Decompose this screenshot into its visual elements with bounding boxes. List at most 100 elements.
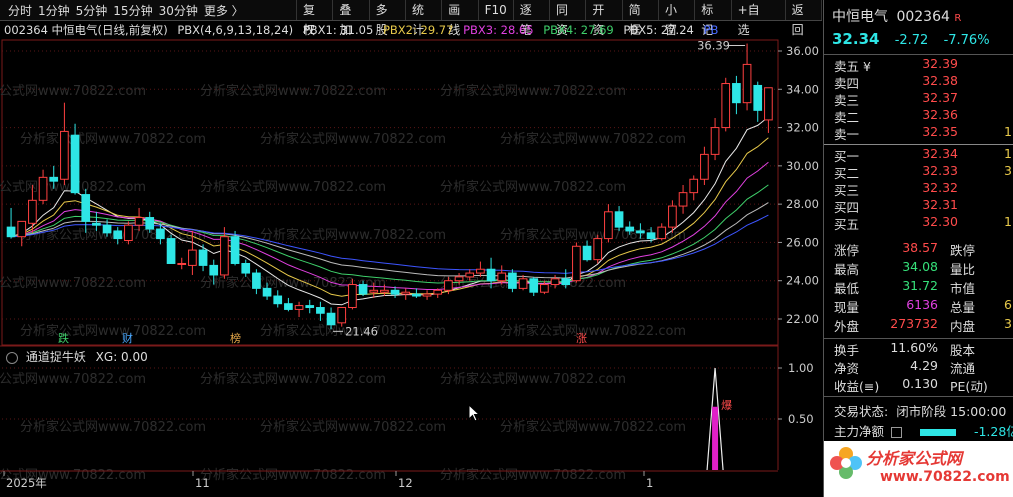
candle-body (134, 217, 144, 226)
candle-body (273, 295, 283, 305)
tool-button[interactable]: 简框 (621, 0, 658, 37)
ask-row[interactable]: 卖二 32.36 (824, 107, 1013, 125)
tool-button[interactable]: F10 (477, 0, 513, 20)
period-tab[interactable]: 5分钟 (76, 2, 108, 19)
watermark-text: 分析家公式网www.70822.com (440, 371, 626, 387)
ask-row[interactable]: 卖四 32.38 (824, 73, 1013, 91)
stat-label-2: PE(动) (950, 379, 988, 394)
quote-stats: 涨停 38.57 跌停 最高 34.08 量比 最低 31.72 市值 现量 6136 总量 6 外盘 27… (824, 240, 1013, 340)
period-tabs: 分时 1分钟 5分钟 15分钟 30分钟 更多 〉 (0, 2, 244, 19)
candle-body (764, 87, 773, 121)
bid-row[interactable]: 买三 32.32 (824, 180, 1013, 198)
price-change-pct: -7.76% (943, 33, 990, 48)
candle-body (636, 230, 645, 234)
candle-body (220, 236, 229, 276)
candle-body (60, 130, 69, 180)
period-tab[interactable]: 更多 〉 (204, 2, 244, 19)
period-tab[interactable]: 30分钟 (159, 2, 198, 19)
pbx-line (11, 214, 769, 274)
pbx4-value: PBX4: 27.69 (543, 23, 614, 37)
indicator-name[interactable]: PBX(4,6,9,13,18,24) (177, 23, 293, 37)
watermark-text: 分析家公式网www.70822.com (500, 323, 686, 339)
sub-indicator-name[interactable]: 通道捉牛妖 (26, 350, 86, 364)
bid-row[interactable]: 买二 32.33 3 (824, 163, 1013, 181)
row-price: 32.37 (922, 90, 958, 105)
stock-title[interactable]: 002364 中恒电气(日线,前复权) (4, 23, 168, 37)
logo-text: 分析家公式网 (866, 449, 963, 468)
row-label: 卖一 (834, 127, 860, 142)
stat-label: 涨停 (834, 243, 860, 258)
tool-button[interactable]: 返回 (784, 0, 822, 37)
stat-value: 273732 (890, 316, 938, 331)
candle-body (753, 84, 763, 111)
row-volume: 1 (1004, 146, 1012, 161)
tool-button[interactable]: 统计 (404, 0, 441, 37)
stat-label: 最低 (834, 281, 860, 296)
stat-label-2: 股本 (950, 343, 976, 358)
period-tab[interactable]: 分时 (8, 2, 32, 19)
candle-body (668, 205, 677, 228)
event-label[interactable]: 榜 (230, 331, 241, 345)
bid-row[interactable]: 买四 32.31 (824, 197, 1013, 215)
row-volume: 1 (1004, 124, 1012, 139)
bid-row[interactable]: 买一 32.34 1 (824, 146, 1013, 164)
stat-value: 38.57 (902, 240, 938, 255)
kline-chart[interactable]: 分析家公式网www.70822.com 分析家公式网www.70822.com 分析… (0, 20, 822, 497)
watermark-text: 分析家公式网www.70822.com (200, 467, 386, 483)
tool-button[interactable]: 开资 (585, 0, 621, 37)
row-price: 32.38 (922, 73, 958, 88)
pbx2-value: PBX2: 29.77 (382, 23, 454, 37)
pbx-line (10, 137, 769, 297)
y-tick-label: 34.00 (786, 82, 819, 96)
x-tick-label: 1 (646, 476, 653, 490)
candle-body (412, 293, 421, 297)
candle-body (614, 211, 624, 228)
candle-body (92, 222, 101, 226)
tool-button[interactable]: 多股 (368, 0, 405, 37)
period-tab[interactable]: 15分钟 (113, 2, 152, 19)
indicator-info-line: 002364 中恒电气(日线,前复权) PBX(4,6,9,13,18,24) … (4, 22, 724, 38)
stat-row: 现量 6136 总量 6 (824, 297, 1013, 315)
candle-body (17, 220, 27, 238)
candle-body (28, 199, 37, 224)
stat-label-2: 量比 (950, 262, 976, 277)
stat-value: 31.72 (902, 278, 938, 293)
book-divider (824, 144, 1013, 145)
row-price: 32.30 (922, 214, 958, 229)
tool-button[interactable]: 画线 (441, 0, 477, 37)
y-tick-label: 32.00 (786, 121, 819, 135)
list-icon[interactable] (891, 427, 902, 438)
stat-row: 换手 11.60% 股本 (824, 340, 1013, 358)
candle-body (465, 272, 475, 278)
tool-button[interactable]: 标记 (694, 0, 730, 37)
stat-row: 最高 34.08 量比 (824, 259, 1013, 277)
tool-button[interactable]: 叠加 (332, 0, 368, 37)
candle-body (486, 268, 496, 282)
candle-body (326, 312, 336, 326)
tool-button[interactable]: 逐笔 (512, 0, 549, 37)
candle-body (241, 262, 251, 274)
settings-icon[interactable] (6, 351, 18, 364)
sub-indicator-xg: XG: 0.00 (95, 350, 148, 364)
candle-body (262, 287, 272, 297)
event-label[interactable]: 涨 (576, 332, 587, 345)
pbx1-value: PBX1: 31.05 (302, 23, 374, 37)
candle-body (49, 176, 59, 182)
watermark-text: 分析家公式网www.70822.com (0, 371, 146, 387)
ask-row[interactable]: 卖三 32.37 (824, 90, 1013, 108)
tool-button[interactable]: +自选 (730, 0, 777, 37)
event-label[interactable]: 跌 (58, 331, 69, 345)
stat-value-2: 6 (1004, 297, 1012, 312)
tool-button[interactable]: 复权 (296, 0, 332, 37)
bid-row[interactable]: 买五 32.30 1 (824, 214, 1013, 232)
stat-value: 6136 (906, 297, 938, 312)
ask-row[interactable]: 卖五 ¥32.39 (824, 56, 1013, 74)
period-tab[interactable]: 1分钟 (38, 2, 70, 19)
tool-button[interactable]: 同资 (549, 0, 585, 37)
flow-bar (919, 429, 956, 436)
tool-button[interactable]: 小窗 (657, 0, 694, 37)
main-flow: 主力净额 -1.28亿 (834, 421, 1013, 440)
event-label[interactable]: 财 (122, 331, 133, 345)
candle-body (604, 211, 613, 240)
ask-row[interactable]: 卖一 32.35 1 (824, 124, 1013, 142)
